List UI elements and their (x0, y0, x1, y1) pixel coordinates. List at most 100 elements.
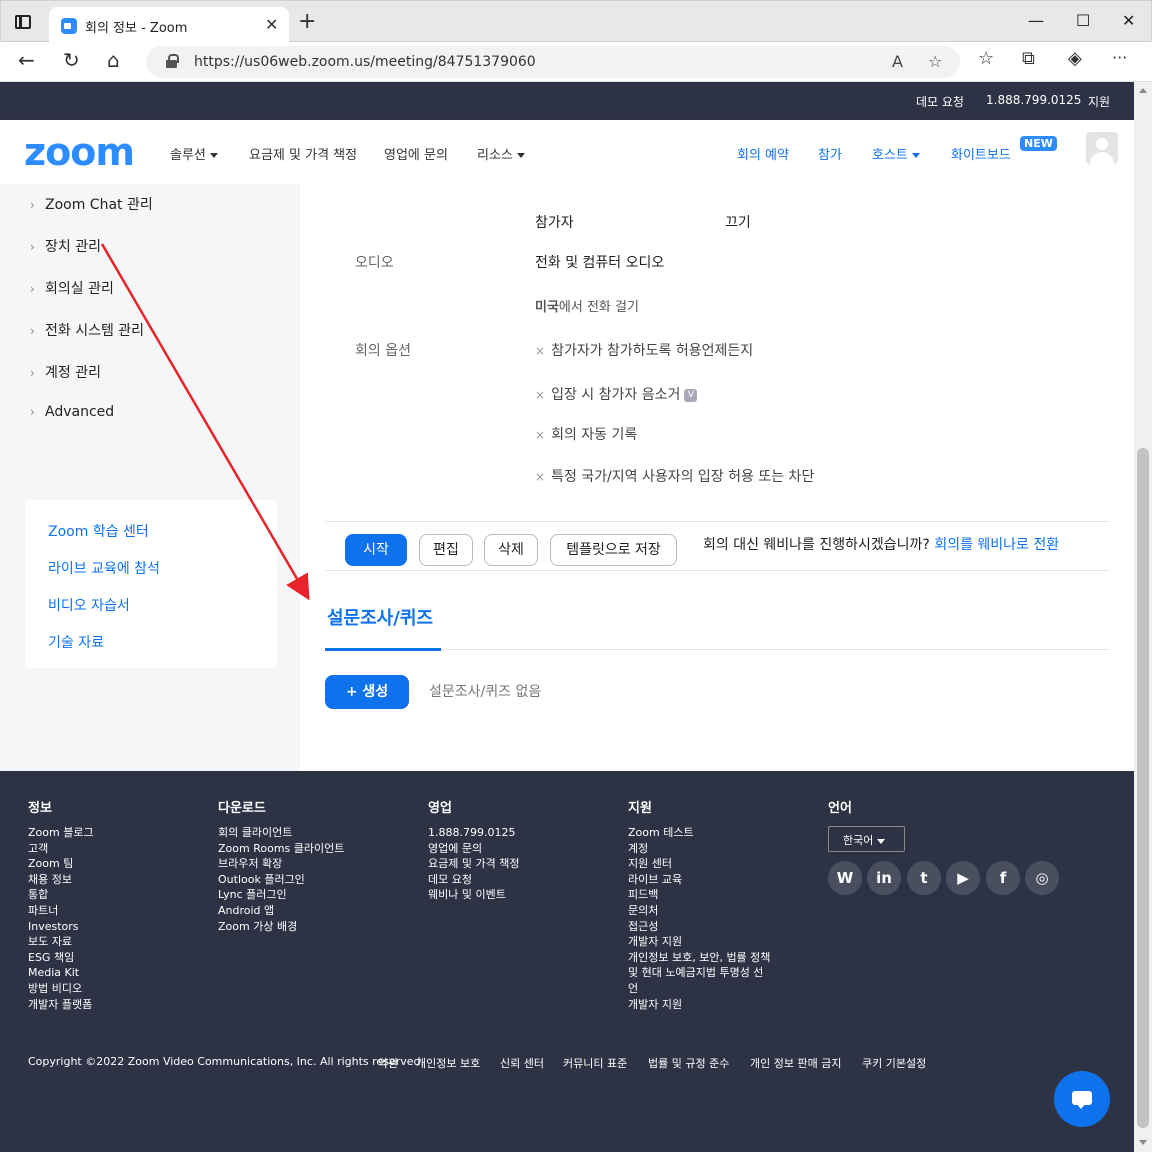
support-link[interactable]: 지원 (1088, 93, 1110, 110)
wordpress-icon[interactable]: W (828, 861, 862, 895)
phone-link[interactable]: 1.888.799.0125 (986, 93, 1081, 107)
video-tutorials-link[interactable]: 비디오 자습서 (48, 595, 130, 615)
legal-link-trust[interactable]: 신뢰 센터 (500, 1055, 544, 1071)
convert-webinar-link[interactable]: 회의를 웨비나로 전환 (934, 537, 1059, 553)
back-icon[interactable]: ← (18, 50, 35, 70)
tab-actions-icon[interactable] (15, 15, 31, 29)
browser-tab[interactable]: 회의 정보 - Zoom ✕ (49, 7, 289, 43)
footer-link[interactable]: 채용 정보 (28, 872, 94, 888)
legal-link-do-not-sell[interactable]: 개인 정보 판매 금지 (750, 1055, 841, 1071)
footer-link[interactable]: Zoom 팀 (28, 856, 94, 872)
sidebar-item-devices[interactable]: › 장치 관리 (30, 236, 101, 256)
footer-link[interactable]: ESG 책임 (28, 950, 94, 966)
footer-link[interactable]: 개발자 플랫폼 (28, 997, 94, 1013)
save-template-button[interactable]: 템플릿으로 저장 (550, 534, 677, 566)
footer-link[interactable]: Media Kit (28, 965, 94, 981)
footer-link[interactable]: Zoom 블로그 (28, 825, 94, 841)
footer-link[interactable]: 보도 자료 (28, 934, 94, 950)
nav-solutions[interactable]: 솔루션 (170, 144, 218, 163)
footer-link[interactable]: 영업에 문의 (428, 841, 519, 857)
sidebar-item-rooms[interactable]: › 회의실 관리 (30, 278, 114, 298)
legal-link-terms[interactable]: 약관 (378, 1055, 398, 1071)
footer-link[interactable]: 고객 (28, 841, 94, 857)
footer-link[interactable]: 회의 클라이언트 (218, 825, 344, 841)
nav-whiteboard[interactable]: 화이트보드 (951, 144, 1011, 163)
collections-icon[interactable]: ⧉ (1022, 50, 1035, 68)
nav-resources[interactable]: 리소스 (477, 144, 525, 163)
footer-link[interactable]: 라이브 교육 (628, 872, 770, 888)
sidebar-item-phone-system[interactable]: › 전화 시스템 관리 (30, 320, 144, 340)
footer-link[interactable]: 피드백 (628, 887, 770, 903)
sidebar-item-zoom-chat[interactable]: › Zoom Chat 관리 (30, 194, 153, 214)
footer-link[interactable]: Investors (28, 919, 94, 935)
footer-link[interactable]: 개발자 지원 (628, 997, 770, 1013)
footer-link[interactable]: Android 앱 (218, 903, 344, 919)
footer-link[interactable]: 브라우저 확장 (218, 856, 344, 872)
refresh-icon[interactable]: ↻ (63, 50, 80, 70)
footer-link[interactable]: 요금제 및 가격 책정 (428, 856, 519, 872)
scroll-down-icon[interactable] (1139, 1140, 1147, 1145)
nav-contact-sales[interactable]: 영업에 문의 (384, 144, 448, 163)
footer-link[interactable]: 통합 (28, 887, 94, 903)
avatar[interactable] (1086, 132, 1118, 164)
more-icon[interactable]: ··· (1112, 50, 1127, 66)
scroll-up-icon[interactable] (1139, 88, 1147, 93)
footer-link[interactable]: 언 (628, 981, 770, 997)
sidebar-item-advanced[interactable]: › Advanced (30, 404, 114, 420)
learning-center-link[interactable]: Zoom 학습 센터 (48, 521, 149, 541)
footer-link[interactable]: 지원 센터 (628, 856, 770, 872)
knowledge-base-link[interactable]: 기술 자료 (48, 632, 104, 652)
footer-link[interactable]: 웨비나 및 이벤트 (428, 887, 519, 903)
nav-join[interactable]: 참가 (818, 144, 842, 163)
footer-link[interactable]: 계정 (628, 841, 770, 857)
footer-link[interactable]: 문의처 (628, 903, 770, 919)
footer-link[interactable]: Zoom Rooms 클라이언트 (218, 841, 344, 857)
nav-host[interactable]: 호스트 (872, 144, 920, 163)
address-bar[interactable]: https://us06web.zoom.us/meeting/84751379… (146, 46, 960, 78)
footer-link[interactable]: Zoom 가상 배경 (218, 919, 344, 935)
home-icon[interactable]: ⌂ (107, 50, 120, 70)
window-close-icon[interactable]: ✕ (1122, 11, 1135, 30)
nav-schedule-meeting[interactable]: 회의 예약 (737, 144, 789, 163)
legal-link-compliance[interactable]: 법률 및 규정 준수 (648, 1055, 729, 1071)
sidebar-item-account[interactable]: › 계정 관리 (30, 362, 101, 382)
legal-link-cookies[interactable]: 쿠키 기본설정 (862, 1055, 926, 1071)
demo-request-link[interactable]: 데모 요청 (916, 93, 964, 110)
poll-quiz-tab[interactable]: 설문조사/퀴즈 (327, 604, 433, 630)
favorites-icon[interactable]: ☆ (978, 50, 994, 68)
lock-icon[interactable] (166, 54, 179, 68)
read-aloud-icon[interactable]: A (892, 52, 903, 71)
edit-button[interactable]: 편집 (419, 534, 473, 566)
minimize-icon[interactable]: — (1028, 11, 1044, 30)
footer-link[interactable]: 접근성 (628, 919, 770, 935)
footer-link[interactable]: 및 현대 노예금지법 투명성 선 (628, 965, 770, 981)
add-favorite-icon[interactable]: ☆ (928, 52, 942, 71)
footer-link[interactable]: 파트너 (28, 903, 94, 919)
zoom-logo[interactable]: zoom (24, 130, 135, 174)
delete-button[interactable]: 삭제 (484, 534, 538, 566)
tab-close-icon[interactable]: ✕ (265, 15, 278, 34)
scroll-thumb[interactable] (1137, 448, 1149, 1128)
maximize-icon[interactable]: ☐ (1076, 11, 1090, 30)
chat-support-icon[interactable] (1054, 1071, 1110, 1127)
start-button[interactable]: 시작 (345, 534, 407, 566)
instagram-icon[interactable]: ◎ (1025, 861, 1059, 895)
page-scrollbar[interactable] (1134, 82, 1152, 1152)
footer-link[interactable]: 데모 요청 (428, 872, 519, 888)
extension-icon[interactable]: ◈ (1068, 50, 1082, 68)
footer-link[interactable]: Outlook 플러그인 (218, 872, 344, 888)
nav-pricing[interactable]: 요금제 및 가격 책정 (249, 144, 357, 163)
footer-link[interactable]: Lync 플러그인 (218, 887, 344, 903)
legal-link-privacy[interactable]: 개인정보 보호 (416, 1055, 480, 1071)
live-training-link[interactable]: 라이브 교육에 참석 (48, 558, 160, 578)
new-tab-icon[interactable]: + (298, 11, 316, 33)
twitter-icon[interactable]: t (907, 861, 941, 895)
footer-link[interactable]: 개인정보 보호, 보안, 법률 정책 (628, 950, 770, 966)
create-poll-button[interactable]: + 생성 (325, 675, 409, 709)
footer-link[interactable]: 1.888.799.0125 (428, 825, 519, 841)
youtube-icon[interactable]: ▶ (946, 861, 980, 895)
linkedin-icon[interactable]: in (867, 861, 901, 895)
url-text[interactable]: https://us06web.zoom.us/meeting/84751379… (194, 54, 536, 70)
legal-link-community[interactable]: 커뮤니티 표준 (563, 1055, 627, 1071)
footer-link[interactable]: 방법 비디오 (28, 981, 94, 997)
